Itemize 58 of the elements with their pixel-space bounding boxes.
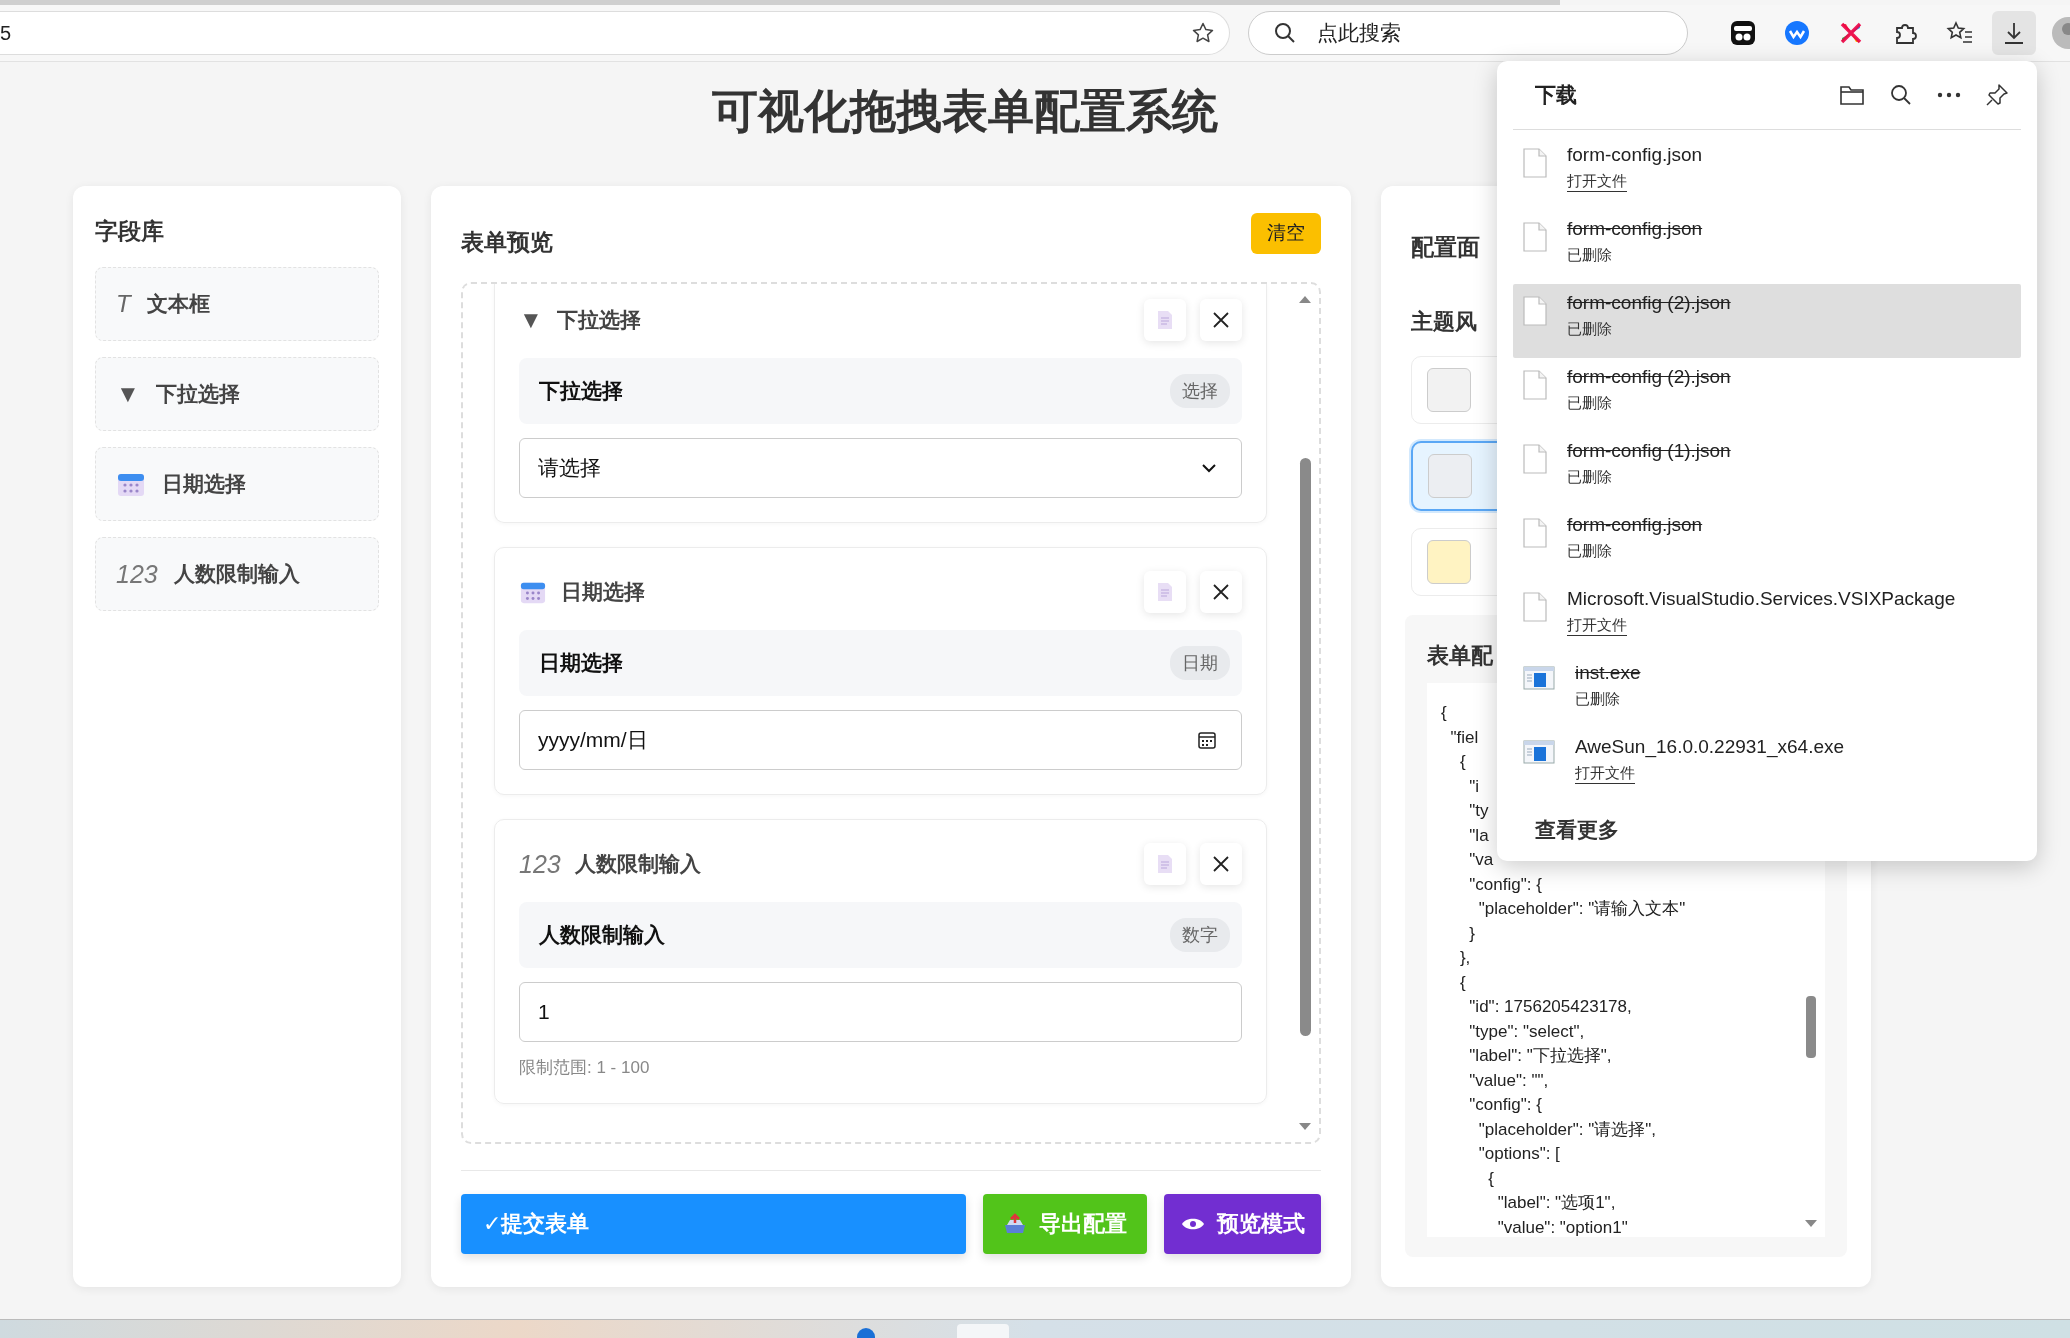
file-name: form-config (1).json — [1567, 440, 1731, 462]
panel-title: 表单预览 — [461, 227, 553, 257]
code-line: "label": "下拉选择", — [1468, 1045, 1612, 1067]
panel-title: 配置面 — [1411, 233, 1480, 262]
status-text: 已删除 — [1567, 320, 1612, 339]
flyout-title: 下载 — [1535, 82, 1577, 108]
code-line: "i — [1468, 775, 1480, 798]
panel-title: 字段库 — [95, 217, 165, 246]
status-text: 已删除 — [1567, 468, 1612, 487]
code-line: { — [1487, 1167, 1494, 1190]
field-title: 下拉选择 — [556, 307, 641, 333]
code-line: "id": 1756205423178, — [1468, 996, 1632, 1018]
type-badge: 日期 — [1170, 646, 1230, 680]
section-title: 表单配 — [1427, 642, 1493, 670]
section-title: 主题风 — [1411, 308, 1477, 336]
file-name: form-config.json — [1567, 218, 1703, 240]
code-line: { — [1458, 751, 1466, 773]
code-line: "value": "", — [1468, 1069, 1549, 1092]
code-line: "ty — [1468, 800, 1489, 822]
page-title: 可视化拖拽表单配置系统 — [712, 84, 1218, 139]
file-name: AweSun_16.0.0.22931_x64.exe — [1575, 736, 1845, 758]
code-line: "config": { — [1468, 1094, 1542, 1116]
code-line: { — [1458, 971, 1466, 994]
field-label: 下拉选择 — [539, 378, 623, 404]
code-line: "placeholder": "请选择", — [1477, 1118, 1656, 1141]
code-line: }, — [1458, 947, 1471, 969]
code-line: "la — [1468, 824, 1489, 847]
status-text: 已删除 — [1567, 542, 1612, 561]
code-line: "label": "选项1", — [1496, 1192, 1616, 1214]
code-line: "config": { — [1468, 873, 1542, 896]
address-text: 5 — [0, 21, 12, 45]
code-line: "options": [ — [1477, 1143, 1560, 1165]
field-title: 人数限制输入 — [574, 851, 701, 877]
range-hint: 限制范围: 1 - 100 — [519, 1057, 651, 1079]
file-name: Microsoft.VisualStudio.Services.VSIXPackage — [1567, 588, 1956, 610]
code-line: "fiel — [1449, 726, 1479, 749]
file-name: form-config (2).json — [1567, 292, 1731, 314]
file-name: inst.exe — [1575, 662, 1641, 684]
status-text: 已删除 — [1567, 246, 1612, 265]
code-line: "va — [1468, 849, 1494, 871]
number-icon: 123 — [519, 849, 561, 879]
file-name: form-config (2).json — [1567, 366, 1731, 388]
code-line: { — [1441, 702, 1447, 724]
field-label: 人数限制输入 — [539, 922, 665, 948]
type-badge: 选择 — [1170, 374, 1230, 408]
file-name: form-config.json — [1567, 514, 1703, 536]
code-line: "value": "option1" — [1496, 1216, 1628, 1237]
code-line: } — [1468, 922, 1476, 945]
type-badge: 数字 — [1170, 918, 1230, 952]
code-line: "type": "select", — [1468, 1020, 1585, 1043]
status-text: 已删除 — [1567, 394, 1612, 413]
status-text: 已删除 — [1575, 690, 1620, 709]
search-placeholder: 点此搜索 — [1317, 20, 1402, 46]
file-name: form-config.json — [1567, 144, 1703, 166]
field-title: 日期选择 — [561, 579, 645, 605]
code-line: "placeholder": "请输入文本" — [1477, 898, 1686, 920]
triangle-icon: ▼ — [519, 306, 543, 334]
field-label: 日期选择 — [539, 650, 623, 676]
